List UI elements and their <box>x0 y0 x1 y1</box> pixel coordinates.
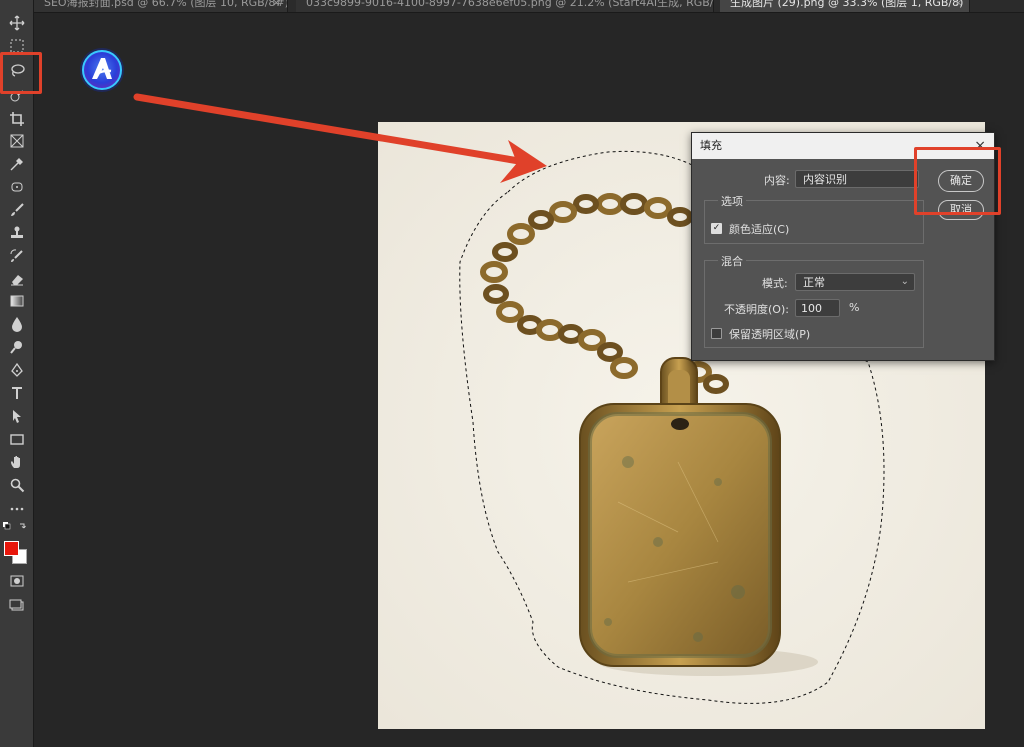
history-brush-icon[interactable] <box>6 247 28 265</box>
frame-icon[interactable] <box>6 132 28 150</box>
content-value: 内容识别 <box>803 173 847 186</box>
color-adapt-label: 颜色适应(C) <box>729 223 790 236</box>
dodge-icon[interactable] <box>6 338 28 356</box>
close-icon[interactable]: × <box>954 0 963 10</box>
opacity-unit: % <box>849 301 860 314</box>
tools-panel <box>0 0 34 747</box>
brush-icon[interactable] <box>6 201 28 219</box>
color-adapt-checkbox[interactable]: ✓ <box>711 223 722 234</box>
opacity-value: 100 <box>801 302 822 315</box>
quick-mask-icon[interactable] <box>6 572 28 590</box>
more-icon[interactable] <box>6 500 28 518</box>
hand-icon[interactable] <box>6 453 28 471</box>
crop-icon[interactable] <box>6 110 28 128</box>
path-select-icon[interactable] <box>6 407 28 425</box>
options-group-title: 选项 <box>718 193 746 209</box>
content-label: 内容: <box>764 174 790 187</box>
tab-document-2[interactable]: 033c9899-9016-4100-8997-7638e6ef05.png @… <box>296 0 714 12</box>
dialog-title: 填充 <box>700 139 722 152</box>
document-tabs: SEO海报封面.psd @ 66.7% (图层 10, RGB/8#) * × 0… <box>34 0 1024 13</box>
move-icon[interactable] <box>6 14 28 32</box>
opacity-label: 不透明度(O): <box>724 303 789 316</box>
tab-label: 生成图片 (29).png @ 33.3% (图层 1, RGB/8) <box>730 0 964 9</box>
opacity-input[interactable]: 100 <box>795 299 840 317</box>
preserve-transparency-label: 保留透明区域(P) <box>729 328 811 341</box>
blend-group-title: 混合 <box>718 253 746 269</box>
mode-select[interactable]: 正常 ⌄ <box>795 273 915 291</box>
mode-label: 模式: <box>762 277 788 290</box>
tab-document-1[interactable]: SEO海报封面.psd @ 66.7% (图层 10, RGB/8#) * × <box>34 0 288 12</box>
preserve-transparency-checkbox[interactable] <box>711 328 722 339</box>
healing-icon[interactable] <box>6 178 28 196</box>
chevron-down-icon: ⌄ <box>900 276 909 287</box>
screen-mode-icon[interactable] <box>6 596 28 614</box>
rectangle-icon[interactable] <box>6 430 28 448</box>
eraser-icon[interactable] <box>6 270 28 288</box>
stamp-icon[interactable] <box>6 224 28 242</box>
close-icon[interactable]: × <box>272 0 281 10</box>
lasso-tool-highlight <box>0 52 42 94</box>
gradient-icon[interactable] <box>6 292 28 310</box>
type-icon[interactable] <box>6 384 28 402</box>
mode-value: 正常 <box>803 276 825 289</box>
blur-icon[interactable] <box>6 315 28 333</box>
app-logo <box>78 46 126 94</box>
zoom-icon[interactable] <box>6 476 28 494</box>
content-select[interactable]: 内容识别 <box>795 170 919 188</box>
eyedropper-icon[interactable] <box>6 155 28 173</box>
ok-button-highlight <box>914 147 1001 215</box>
tab-label: SEO海报封面.psd @ 66.7% (图层 10, RGB/8#) * <box>44 0 288 9</box>
tab-document-3[interactable]: 生成图片 (29).png @ 33.3% (图层 1, RGB/8) × <box>720 0 970 12</box>
tab-label: 033c9899-9016-4100-8997-7638e6ef05.png @… <box>306 0 714 9</box>
default-colors-icon[interactable] <box>2 521 28 533</box>
pen-icon[interactable] <box>6 361 28 379</box>
foreground-color-swatch[interactable] <box>4 541 19 556</box>
